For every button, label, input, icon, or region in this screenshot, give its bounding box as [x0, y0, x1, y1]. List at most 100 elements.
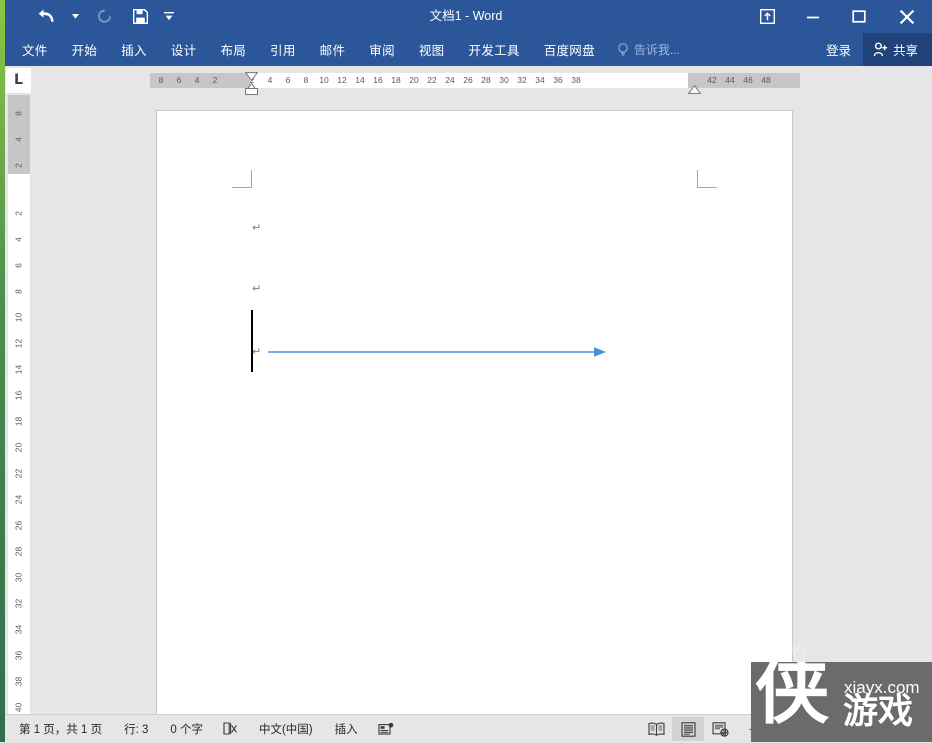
ruler-tick-14: 22	[427, 75, 437, 85]
vruler-tick-0: 8	[13, 111, 24, 116]
ruler-tick-8: 10	[319, 75, 329, 85]
ribbon-tabs: 文件 开始 插入 设计 布局 引用 邮件 审阅 视图 开发工具 百度网盘 告诉我…	[10, 33, 680, 66]
ruler-tick-1: 6	[176, 75, 182, 85]
tab-design[interactable]: 设计	[159, 33, 209, 66]
share-button[interactable]: 共享	[862, 33, 932, 66]
document-page[interactable]: ↵ ↵ ↵	[157, 111, 792, 714]
ruler-tick-3: 2	[212, 75, 218, 85]
maximize-icon	[852, 10, 866, 23]
page-info[interactable]: 第 1 页，共 1 页	[8, 718, 113, 740]
zoom-slider-thumb[interactable]	[784, 722, 789, 737]
status-bar-right: − + 80%	[640, 715, 926, 743]
ruler-tick-10: 14	[355, 75, 365, 85]
ruler-tick-16: 26	[463, 75, 473, 85]
title-bar: 文档1 - Word	[0, 0, 932, 33]
left-indent-marker[interactable]	[245, 88, 258, 95]
zoom-in-button[interactable]: +	[860, 718, 882, 740]
ribbon-tab-bar: 文件 开始 插入 设计 布局 引用 邮件 审阅 视图 开发工具 百度网盘 告诉我…	[0, 33, 932, 66]
tab-review[interactable]: 审阅	[357, 33, 407, 66]
zoom-slider-midpoint	[812, 724, 813, 734]
margin-corner-top-right	[697, 170, 717, 188]
hanging-indent-marker[interactable]	[244, 79, 259, 92]
vruler-tick-18: 32	[13, 598, 24, 609]
view-print-layout-button[interactable]	[672, 717, 704, 741]
ruler-tick-17: 28	[481, 75, 491, 85]
word-count[interactable]: 0 个字	[159, 718, 214, 740]
arrow-shape[interactable]	[266, 341, 611, 363]
view-web-layout-button[interactable]	[704, 717, 736, 741]
ruler-tick-26: 48	[761, 75, 771, 85]
line-info[interactable]: 行: 3	[113, 718, 159, 740]
ruler-tick-22: 38	[571, 75, 581, 85]
share-label: 共享	[892, 44, 918, 58]
vruler-tick-17: 30	[13, 572, 24, 583]
ribbon-display-options-icon	[759, 9, 775, 24]
tab-home[interactable]: 开始	[60, 33, 110, 66]
paragraph-mark-3: ↵	[252, 345, 262, 358]
tab-file[interactable]: 文件	[10, 33, 60, 66]
tab-references[interactable]: 引用	[258, 33, 308, 66]
text-cursor	[251, 310, 253, 372]
minimize-icon	[807, 16, 819, 18]
view-read-mode-button[interactable]	[640, 717, 672, 741]
margin-corner-top-left	[232, 170, 252, 188]
ruler-tick-6: 6	[285, 75, 291, 85]
right-indent-marker[interactable]	[687, 81, 702, 94]
vruler-tick-21: 38	[13, 676, 24, 687]
tab-stop-selector-button[interactable]: L	[6, 68, 31, 93]
ruler-tick-2: 4	[194, 75, 200, 85]
zoom-slider[interactable]	[764, 718, 860, 740]
ruler-tick-15: 24	[445, 75, 455, 85]
status-bar-left: 第 1 页，共 1 页 行: 3 0 个字 中文(中国) 插入	[0, 715, 403, 743]
vruler-tick-20: 36	[13, 650, 24, 661]
lightbulb-icon	[617, 42, 629, 57]
zoom-level-label[interactable]: 80%	[882, 723, 926, 735]
tab-developer[interactable]: 开发工具	[456, 33, 531, 66]
minimize-button[interactable]	[790, 0, 836, 33]
insert-mode[interactable]: 插入	[324, 718, 369, 740]
proofing-errors-icon[interactable]	[214, 718, 248, 740]
ruler-tick-18: 30	[499, 75, 509, 85]
vruler-tick-16: 28	[13, 546, 24, 557]
close-icon	[899, 9, 915, 24]
document-workspace[interactable]: ↵ ↵ ↵	[30, 95, 932, 714]
ruler-tick-13: 20	[409, 75, 419, 85]
vruler-tick-10: 16	[13, 390, 24, 401]
arrow-icon	[268, 347, 606, 357]
record-macro-icon[interactable]	[369, 718, 403, 740]
vruler-tick-11: 18	[13, 416, 24, 427]
print-layout-icon	[680, 721, 696, 737]
vruler-tick-2: 2	[13, 163, 24, 168]
language-indicator[interactable]: 中文(中国)	[248, 718, 324, 740]
zoom-control: − + 80%	[742, 718, 926, 740]
ruler-tick-9: 12	[337, 75, 347, 85]
paragraph-mark-2: ↵	[252, 282, 262, 295]
tell-me-search[interactable]: 告诉我...	[617, 41, 680, 58]
tab-layout[interactable]: 布局	[208, 33, 258, 66]
vruler-tick-15: 26	[13, 520, 24, 531]
tab-mailings[interactable]: 邮件	[308, 33, 358, 66]
vruler-tick-19: 34	[13, 624, 24, 635]
first-line-indent-marker[interactable]	[244, 68, 259, 82]
ruler-tick-5: 4	[267, 75, 273, 85]
ribbon-display-options-button[interactable]	[744, 0, 790, 33]
vertical-ruler[interactable]: 8 4 2 2 4 6 8 10 12 14 16 18 20 22 24 26 28 30 32 34 36 38 40	[8, 95, 30, 714]
vruler-tick-6: 8	[13, 289, 24, 294]
vruler-tick-9: 14	[13, 364, 24, 375]
zoom-out-button[interactable]: −	[742, 718, 764, 740]
vruler-tick-1: 4	[13, 137, 24, 142]
window-controls	[744, 0, 932, 33]
ruler-tick-7: 8	[303, 75, 309, 85]
tab-view[interactable]: 视图	[407, 33, 457, 66]
tab-baidu-netdisk[interactable]: 百度网盘	[532, 33, 607, 66]
tab-insert[interactable]: 插入	[109, 33, 159, 66]
ruler-tick-25: 46	[743, 75, 753, 85]
ruler-tick-12: 18	[391, 75, 401, 85]
tell-me-label: 告诉我...	[633, 43, 680, 57]
close-button[interactable]	[882, 0, 932, 33]
window-left-edge-accent	[0, 0, 5, 742]
sign-in-button[interactable]: 登录	[814, 33, 863, 66]
maximize-button[interactable]	[836, 0, 882, 33]
vruler-tick-3: 2	[13, 211, 24, 216]
ribbon-right-group: 登录 共享	[814, 33, 932, 66]
